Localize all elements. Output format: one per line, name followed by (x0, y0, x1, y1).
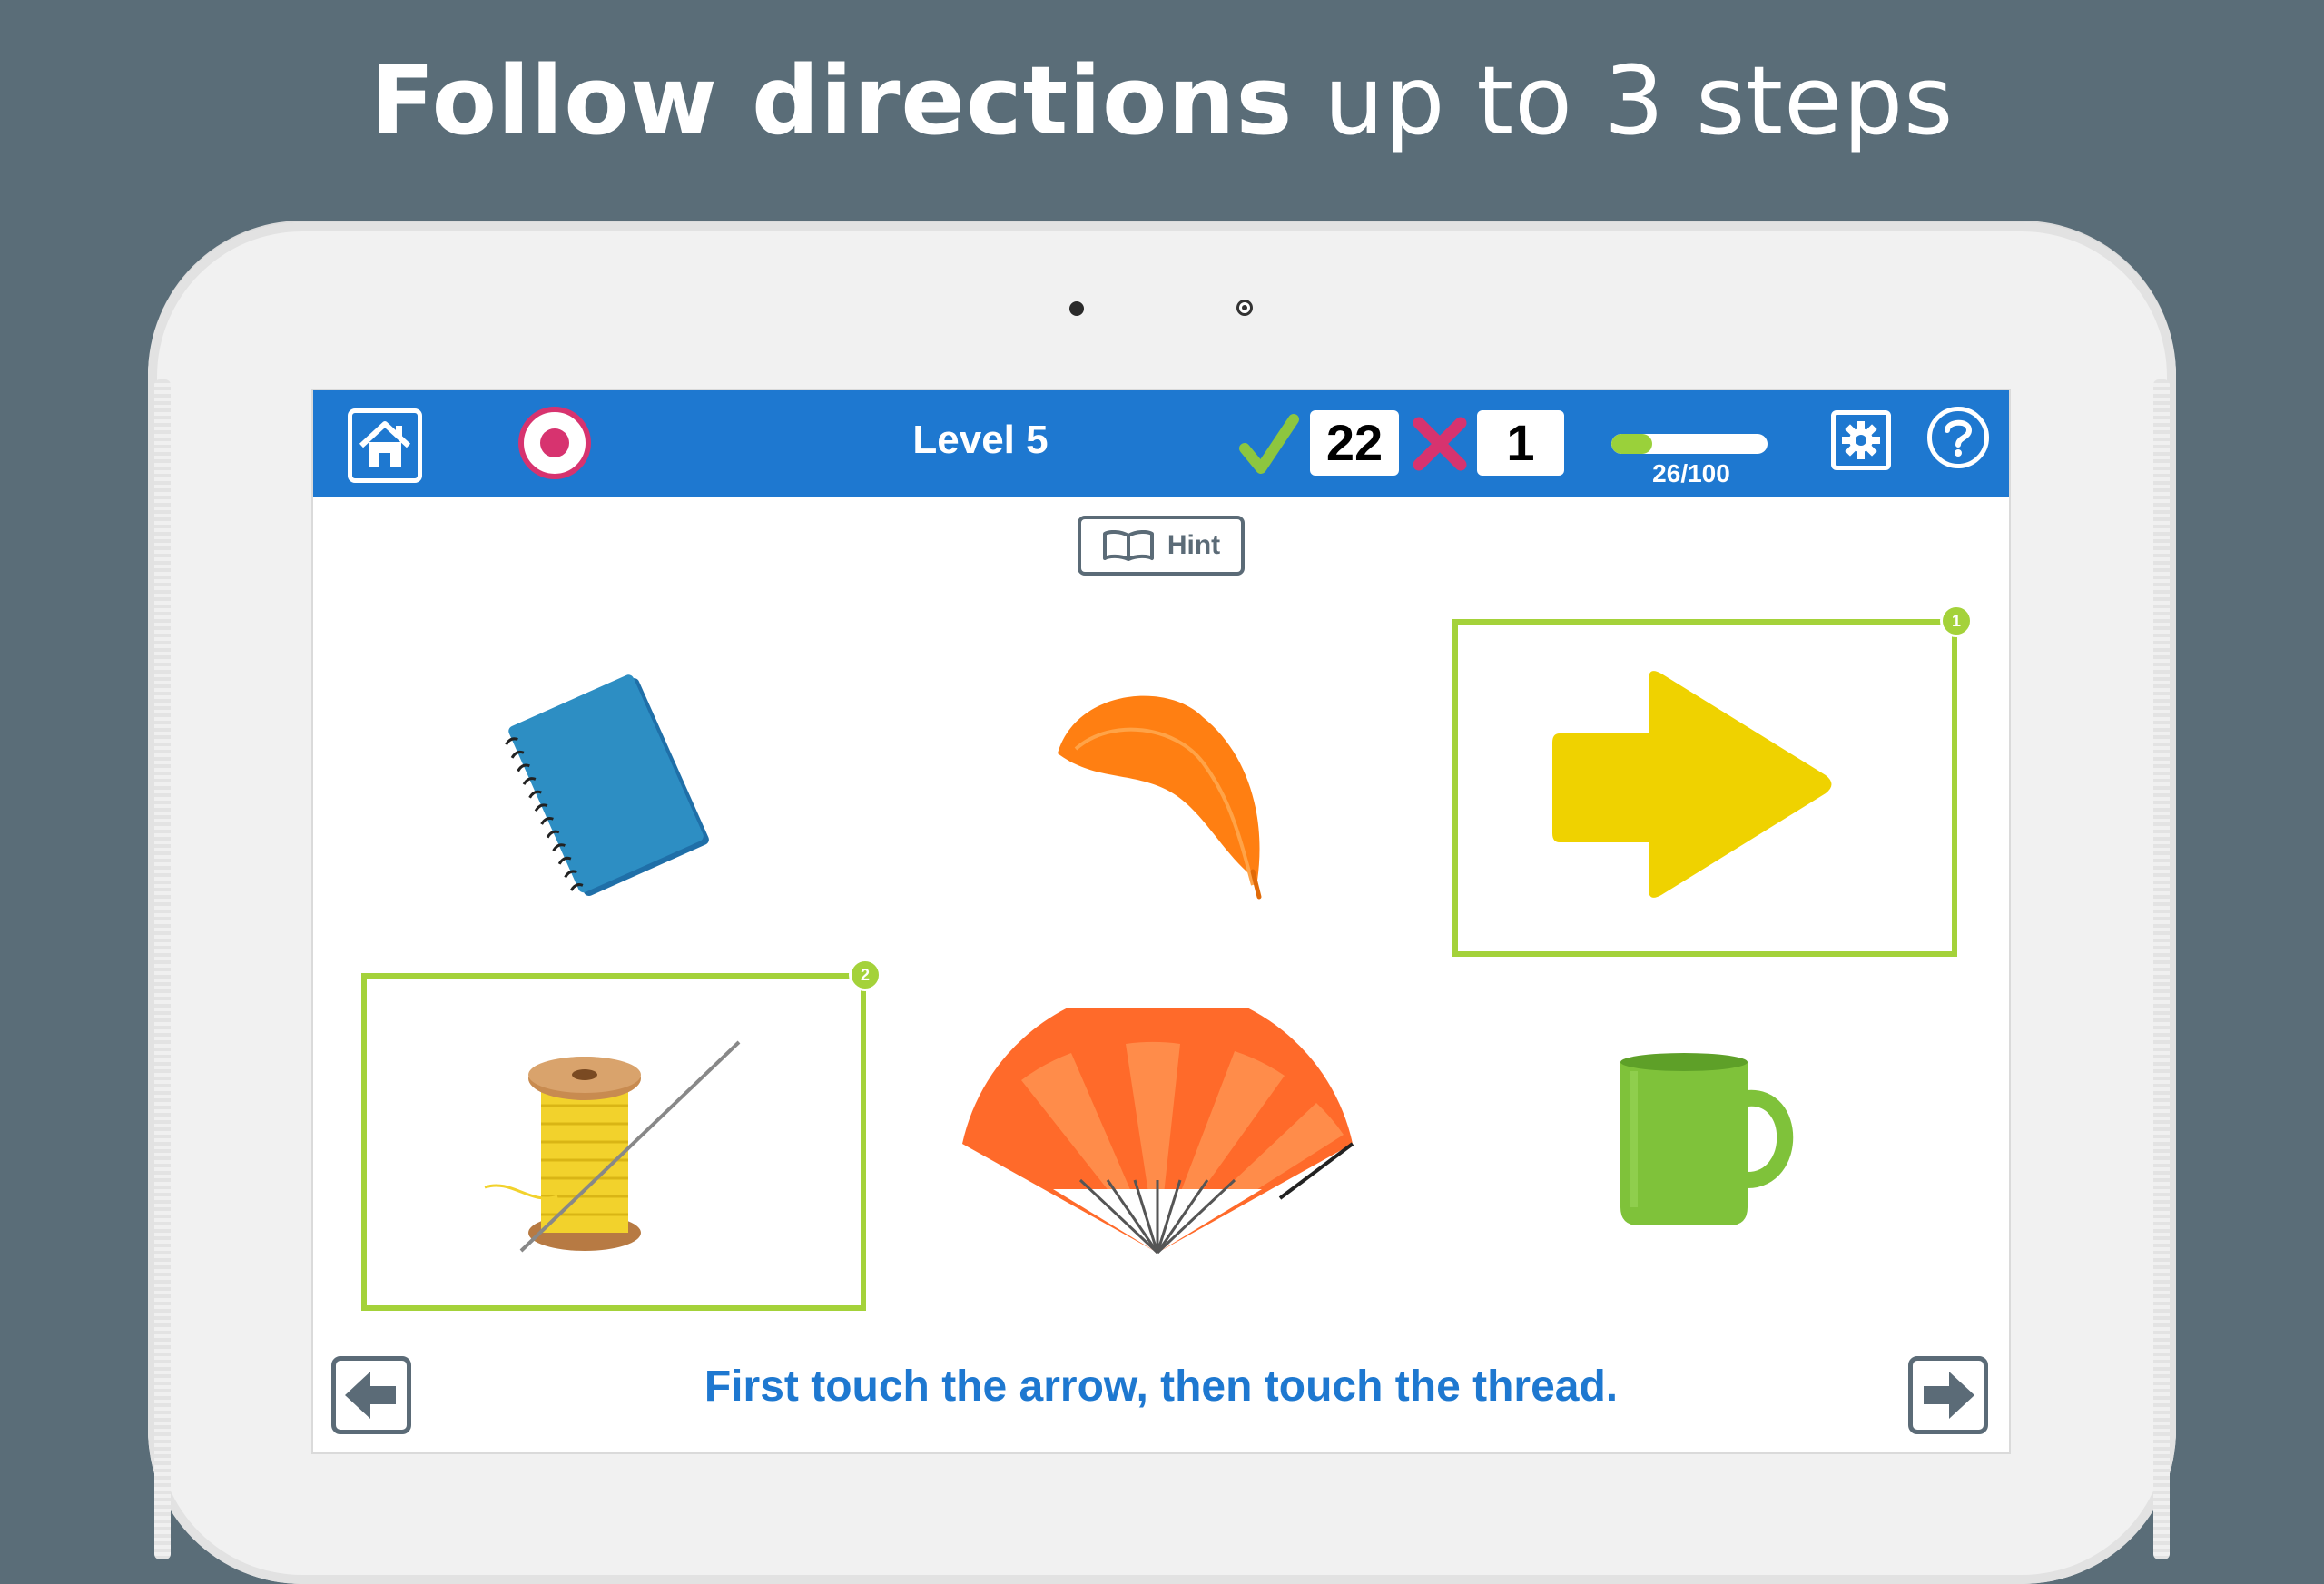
next-button[interactable] (1908, 1356, 1988, 1434)
mug-image (1620, 1053, 1794, 1225)
hint-button[interactable]: Hint (1078, 516, 1245, 576)
top-bar: Level 5 22 1 26/100 (313, 390, 2009, 497)
checkmark-icon (1239, 414, 1299, 474)
arrow-image (1552, 671, 1832, 898)
progress-bar (1611, 434, 1768, 454)
card-thread[interactable]: 2 (361, 959, 881, 1311)
gear-icon (1842, 421, 1880, 459)
camera-lens (1236, 300, 1253, 316)
card-fan[interactable] (944, 989, 1371, 1280)
tablet-side-edge-right (2153, 379, 2170, 1559)
card-feather[interactable] (1012, 635, 1312, 917)
app-screen: Level 5 22 1 26/100 Hint 1 2 First touch… (313, 390, 2009, 1452)
correct-count: 22 (1310, 410, 1399, 476)
progress-text: 26/100 (1652, 459, 1730, 487)
home-icon (359, 421, 411, 467)
headline: Follow directions up to 3 steps (0, 45, 2324, 156)
headline-bold: Follow directions (369, 45, 1294, 156)
selection-order-badge: 2 (849, 959, 881, 991)
question-icon (1945, 419, 1973, 457)
card-arrow[interactable]: 1 (1452, 605, 1973, 957)
previous-button[interactable] (331, 1356, 411, 1434)
settings-button[interactable] (1831, 410, 1891, 470)
thread-image (484, 1040, 741, 1253)
headline-light: up to 3 steps (1324, 45, 1955, 156)
sensor-dot (1069, 301, 1084, 316)
record-button[interactable] (518, 407, 591, 479)
arrow-right-icon (1924, 1372, 1974, 1419)
x-mark-icon (1413, 417, 1467, 471)
selection-order-badge: 1 (1940, 605, 1973, 637)
wrong-count: 1 (1477, 410, 1564, 476)
home-button[interactable] (348, 408, 422, 483)
hint-label: Hint (1167, 530, 1221, 560)
arrow-left-icon (345, 1372, 396, 1419)
card-mug[interactable] (1548, 999, 1856, 1280)
book-icon (1102, 530, 1154, 561)
fan-image (962, 1008, 1354, 1254)
progress-fill (1611, 434, 1652, 454)
help-button[interactable] (1927, 407, 1989, 468)
notebook-image (505, 674, 709, 897)
tablet-side-edge-left (154, 379, 171, 1559)
instruction-text: First touch the arrow, then touch the th… (704, 1363, 1619, 1411)
card-notebook[interactable] (458, 635, 749, 917)
feather-image (1058, 695, 1262, 900)
level-label: Level 5 (912, 418, 1049, 462)
